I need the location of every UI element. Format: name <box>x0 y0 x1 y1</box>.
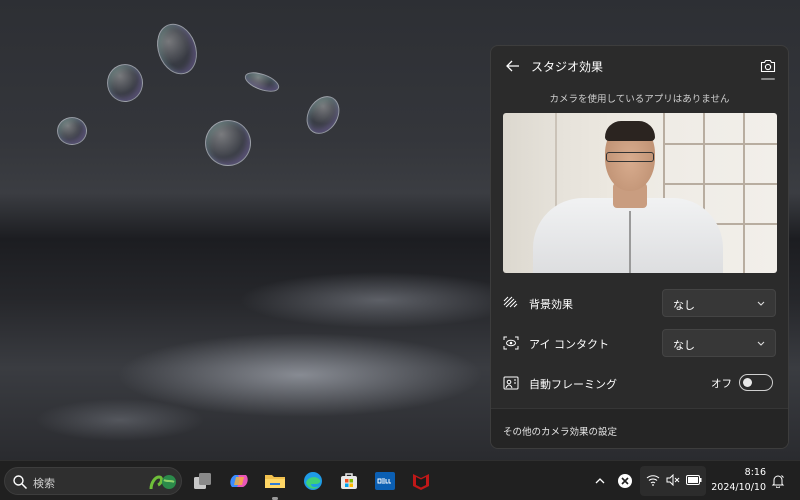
clock-date[interactable]: 2024/10/10 <box>708 482 766 493</box>
task-view-button[interactable] <box>188 466 218 496</box>
eye-contact-dropdown[interactable]: なし <box>662 329 776 357</box>
eye-contact-label: アイ コンタクト <box>529 338 609 351</box>
bubble-decoration <box>242 68 282 96</box>
panel-title: スタジオ効果 <box>531 60 604 74</box>
person-glasses <box>606 152 654 162</box>
auto-framing-icon <box>503 375 519 391</box>
camera-icon <box>760 59 776 73</box>
folder-icon <box>265 475 285 488</box>
chevron-up-icon <box>595 478 605 484</box>
panel-header: スタジオ効果 <box>491 46 788 86</box>
auto-framing-toggle[interactable] <box>739 374 773 391</box>
mcafee-icon <box>413 474 429 490</box>
panel-footer: その他のカメラ効果の設定 <box>491 408 788 448</box>
store-icon <box>341 473 357 489</box>
camera-status-message: カメラを使用しているアプリはありません <box>549 94 730 105</box>
person-hair <box>605 121 655 141</box>
studio-effects-panel: スタジオ効果 カメラを使用しているアプリはありません 背景効果 なし アイ コン… <box>490 45 789 449</box>
copilot-icon <box>230 475 248 487</box>
background-effect-value: なし <box>673 299 695 312</box>
toggle-knob <box>743 378 752 387</box>
copilot-button[interactable] <box>224 466 254 496</box>
mcafee-button[interactable] <box>406 466 436 496</box>
eye-contact-row: アイ コンタクト なし <box>491 329 788 357</box>
edge-icon <box>304 472 322 490</box>
bubble-decoration <box>107 64 143 102</box>
quick-settings-button[interactable] <box>640 466 706 496</box>
volume-muted-icon <box>666 474 680 486</box>
wifi-icon <box>646 475 660 486</box>
auto-framing-label: 自動フレーミング <box>529 378 617 391</box>
notification-bell-icon <box>771 475 785 488</box>
dell-button[interactable] <box>370 466 400 496</box>
tray-app-button[interactable] <box>614 469 636 493</box>
bubble-decoration <box>205 120 251 166</box>
battery-icon <box>686 475 702 485</box>
search-box[interactable]: 検索 <box>4 467 182 495</box>
jacket-zipper <box>629 211 631 273</box>
auto-framing-row: 自動フレーミング オフ <box>491 369 788 397</box>
bubble-decoration <box>57 117 87 145</box>
auto-framing-toggle-state: オフ <box>711 378 732 390</box>
shoji-frame <box>663 143 777 145</box>
shoji-frame <box>663 183 777 185</box>
background-effect-dropdown[interactable]: なし <box>662 289 776 317</box>
search-highlight-icon <box>149 475 176 490</box>
more-camera-effects-link[interactable]: その他のカメラ効果の設定 <box>503 424 617 438</box>
close-circle-icon <box>618 474 632 488</box>
edge-button[interactable] <box>298 466 328 496</box>
file-explorer-button[interactable] <box>260 466 290 496</box>
microsoft-store-button[interactable] <box>334 466 364 496</box>
show-hidden-icons-button[interactable] <box>590 469 610 493</box>
search-icon <box>13 475 28 490</box>
notifications-button[interactable] <box>768 469 788 493</box>
eye-contact-icon <box>503 335 519 351</box>
bubble-decoration <box>300 90 346 140</box>
search-placeholder: 検索 <box>33 477 55 490</box>
back-button[interactable] <box>503 56 523 76</box>
camera-button-indicator <box>761 78 775 80</box>
clock-time[interactable]: 8:16 <box>712 467 766 478</box>
background-effect-label: 背景効果 <box>529 298 573 311</box>
task-view-icon <box>194 473 211 489</box>
taskbar: 検索 8:16 2024/10/10 <box>0 460 800 500</box>
background-effect-row: 背景効果 なし <box>491 289 788 317</box>
chevron-down-icon <box>757 301 765 306</box>
dell-icon <box>375 472 395 490</box>
eye-contact-value: なし <box>673 339 695 352</box>
camera-settings-button[interactable] <box>758 56 778 76</box>
shoji-frame <box>743 113 745 273</box>
camera-preview <box>503 113 777 273</box>
chevron-down-icon <box>757 341 765 346</box>
background-effect-icon <box>503 295 519 311</box>
person-body <box>533 198 723 273</box>
back-arrow-icon <box>506 60 519 72</box>
bubble-decoration <box>150 18 204 80</box>
